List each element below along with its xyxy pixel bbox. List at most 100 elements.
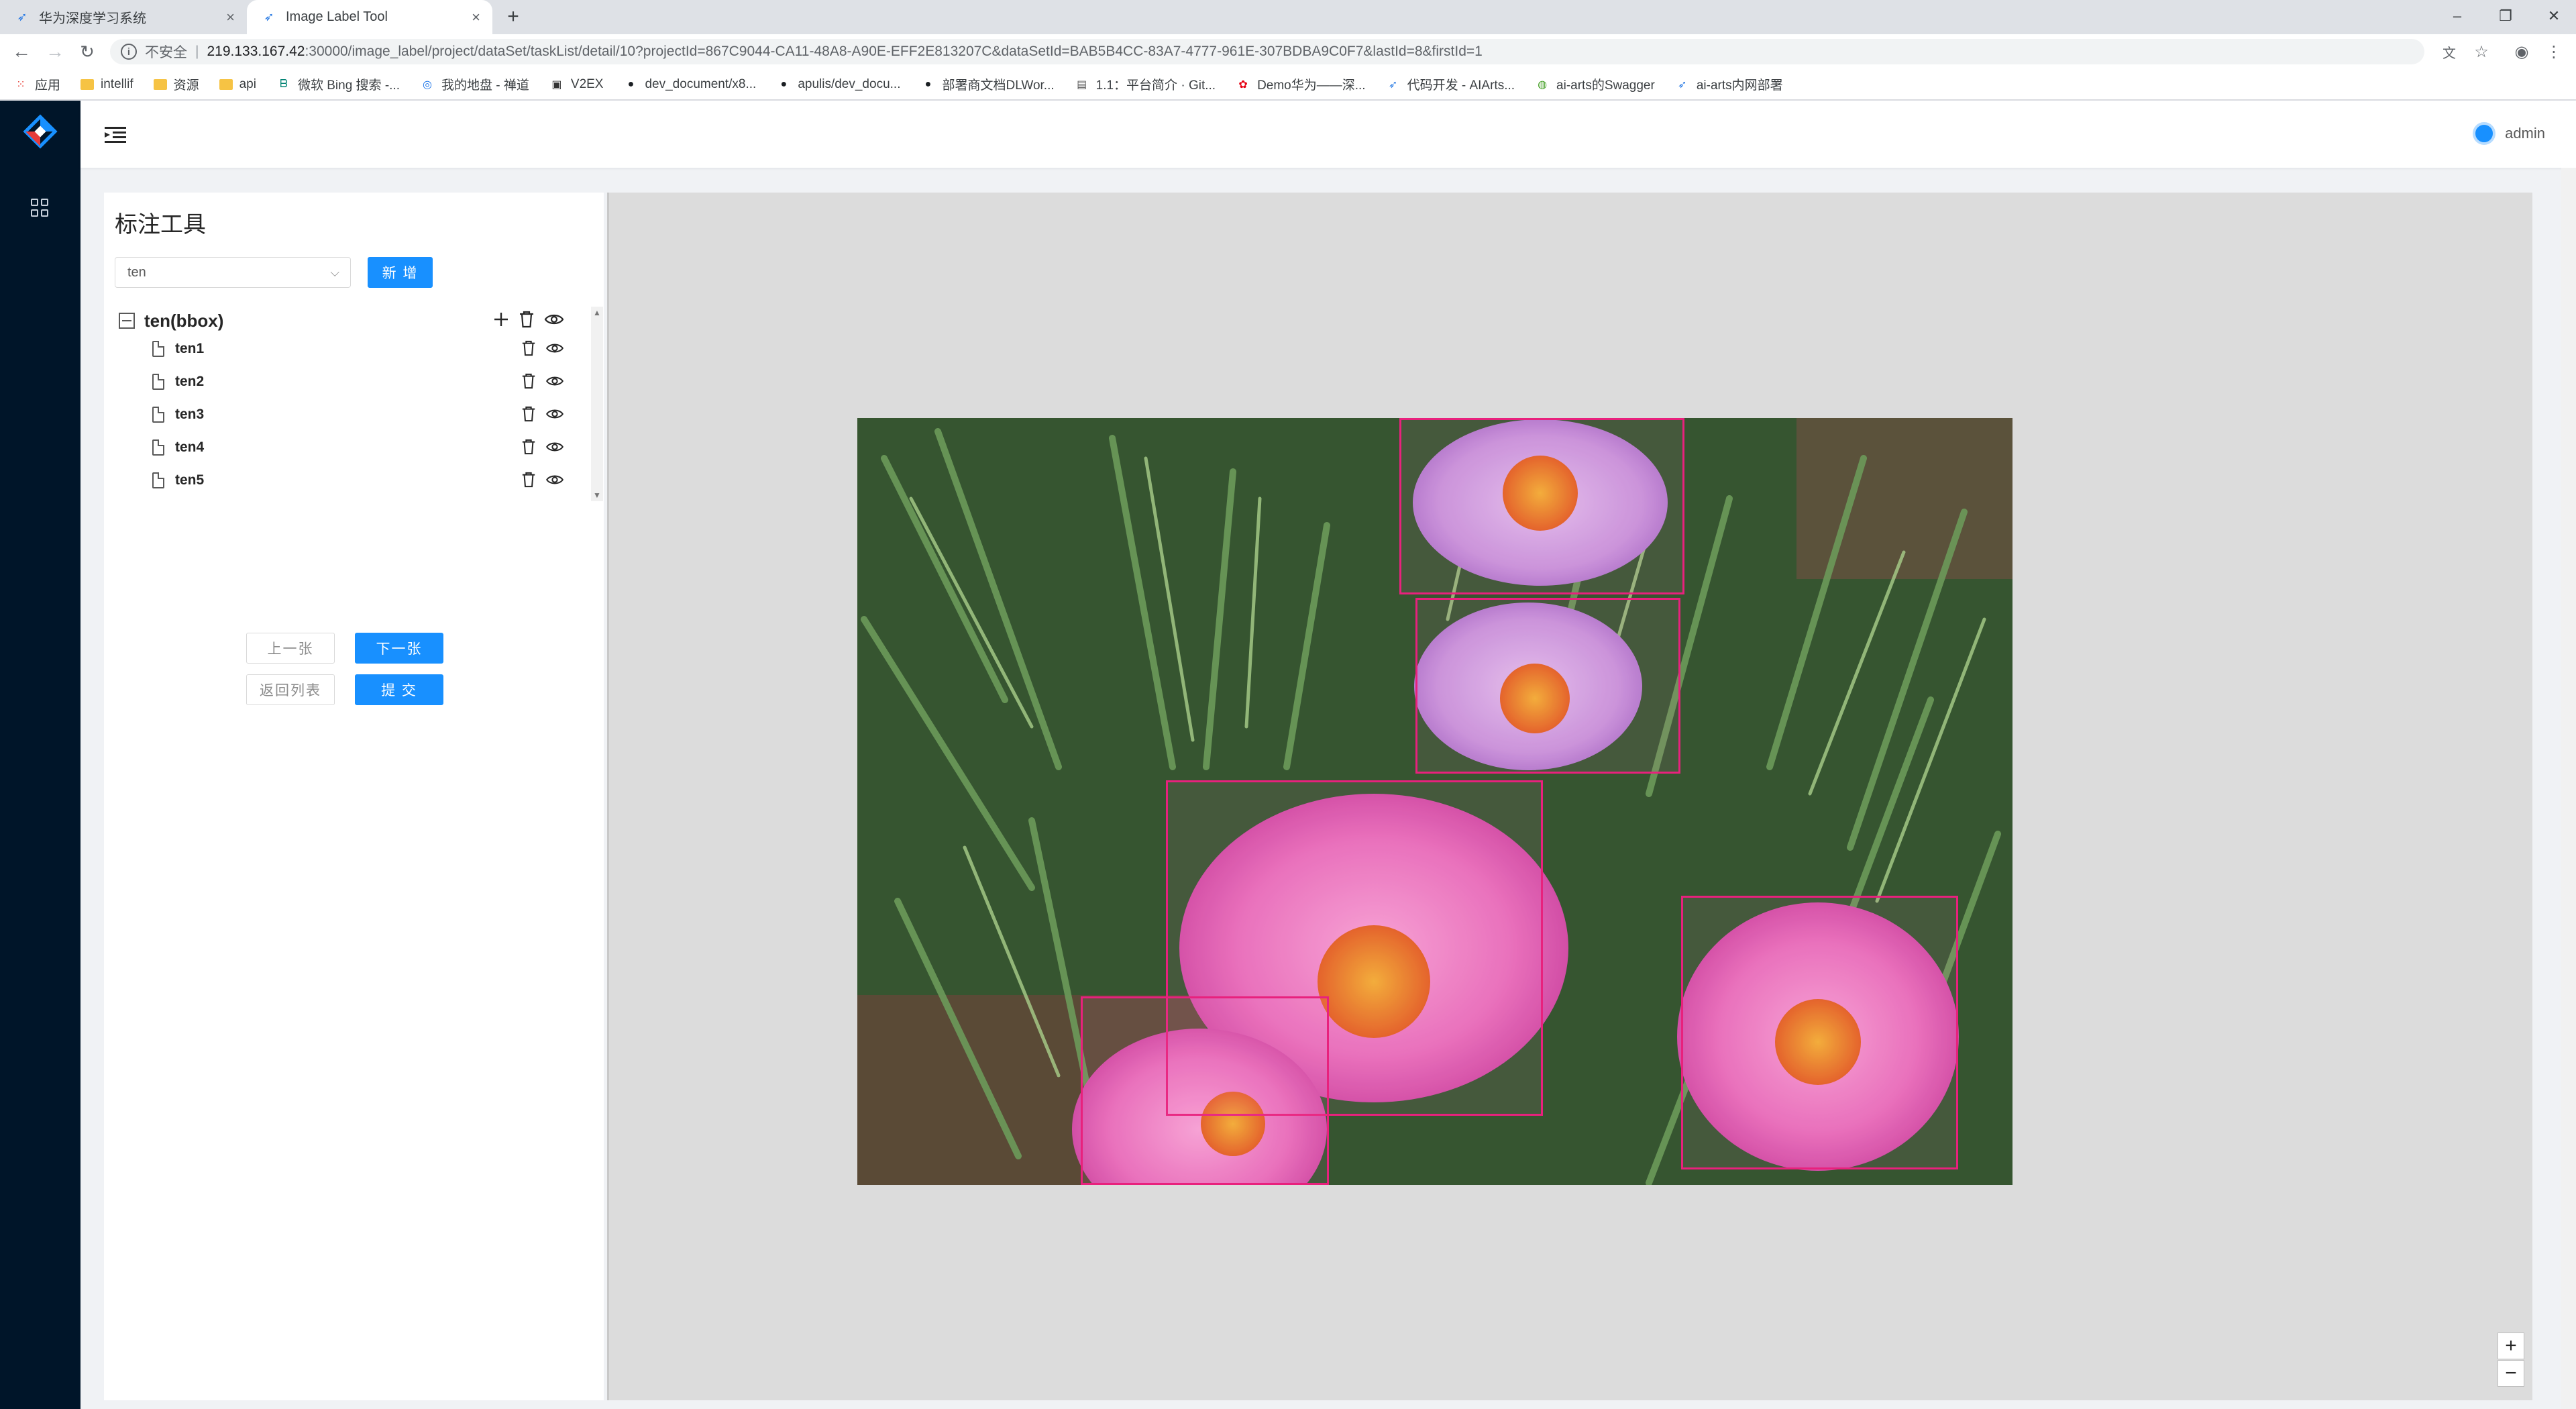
bookmark-item[interactable]: ▤ 1.1：平台简介 · Git... xyxy=(1075,75,1216,93)
tree-leaf-node[interactable]: ten1 xyxy=(152,335,564,363)
annotation-panel: 标注工具 ten ⌵ 新 增 ten(bbox) ten1 ten2 ten3 ten… xyxy=(104,193,604,1400)
next-image-button[interactable]: 下一张 xyxy=(355,633,443,664)
bookmark-item[interactable]: ✿ Demo华为——深... xyxy=(1236,75,1366,93)
minimize-window-icon[interactable]: – xyxy=(2442,3,2473,30)
bookmark-label: 代码开发 - AIArts... xyxy=(1407,79,1515,93)
bookmark-item[interactable]: ● apulis/dev_docu... xyxy=(776,77,900,92)
tree-leaf-node[interactable]: ten5 xyxy=(152,466,564,494)
bookmark-label: api xyxy=(239,76,256,91)
bookmark-item[interactable]: ⁙ 应用 xyxy=(13,75,60,93)
close-tab-icon[interactable]: × xyxy=(472,9,480,26)
page-title: 标注工具 xyxy=(115,212,206,238)
delete-icon[interactable] xyxy=(521,472,536,491)
add-label-button[interactable]: 新 增 xyxy=(368,257,433,288)
close-window-icon[interactable]: ✕ xyxy=(2538,3,2569,30)
reload-icon[interactable]: ↻ xyxy=(75,40,99,64)
bookmark-item[interactable]: api xyxy=(219,77,256,92)
eye-icon[interactable] xyxy=(544,312,564,327)
bookmark-label: Demo华为——深... xyxy=(1257,79,1366,93)
scroll-up-icon[interactable]: ▲ xyxy=(593,308,601,317)
bookmark-item[interactable]: ᗷ 微软 Bing 搜索 -... xyxy=(276,75,400,93)
tree-root-node[interactable]: ten(bbox) xyxy=(115,307,564,335)
tree-root-label: ten(bbox) xyxy=(144,310,224,331)
bookmark-item[interactable]: ● 部署商文档DLWor... xyxy=(920,75,1055,93)
bbox-annotation-1[interactable] xyxy=(1399,418,1684,594)
back-arrow-icon[interactable]: ← xyxy=(9,40,34,64)
bookmark-label: ai-arts的Swagger xyxy=(1556,79,1655,93)
delete-icon[interactable] xyxy=(521,340,536,360)
tree-scrollbar[interactable]: ▲ ▼ xyxy=(591,307,603,501)
bookmark-label: V2EX xyxy=(570,76,604,91)
back-to-list-button[interactable]: 返回列表 xyxy=(246,674,335,705)
zoom-in-button[interactable]: + xyxy=(2498,1333,2524,1359)
forward-arrow-icon[interactable]: → xyxy=(43,40,67,64)
info-icon[interactable]: i xyxy=(121,44,137,60)
delete-icon[interactable] xyxy=(521,439,536,458)
dashboard-grid-icon[interactable] xyxy=(31,199,50,217)
tree-leaf-label: ten5 xyxy=(175,472,205,488)
url-path: :30000/image_label/project/dataSet/taskL… xyxy=(305,44,1483,59)
zoom-out-button[interactable]: − xyxy=(2498,1360,2524,1387)
annotation-canvas[interactable]: + − xyxy=(607,193,2532,1400)
app-logo-icon[interactable] xyxy=(23,114,58,149)
tree-leaf-label: ten3 xyxy=(175,407,205,422)
prev-image-button[interactable]: 上一张 xyxy=(246,633,335,664)
url-separator: | xyxy=(195,44,199,59)
browser-tab-1[interactable]: ➶ 华为深度学习系统 × xyxy=(0,0,247,34)
username: admin xyxy=(2505,125,2545,142)
bbox-annotation-4[interactable] xyxy=(1081,996,1329,1185)
bookmark-label: apulis/dev_docu... xyxy=(798,76,901,91)
bookmark-item[interactable]: ● dev_document/x8... xyxy=(623,77,757,92)
user-menu[interactable]: admin xyxy=(2473,122,2545,145)
bookmark-item[interactable]: ➶ 代码开发 - AIArts... xyxy=(1386,75,1515,93)
translate-icon[interactable]: 文 xyxy=(2439,42,2459,62)
file-icon xyxy=(152,439,164,456)
tree-leaf-node[interactable]: ten4 xyxy=(152,433,564,462)
folder-icon xyxy=(219,79,233,90)
address-bar[interactable]: i 不安全 | 219.133.167.42 :30000/image_labe… xyxy=(110,39,2424,64)
scroll-down-icon[interactable]: ▼ xyxy=(593,490,601,500)
tree-leaf-node[interactable]: ten3 xyxy=(152,401,564,429)
eye-icon[interactable] xyxy=(545,473,564,490)
star-bookmark-icon[interactable]: ☆ xyxy=(2471,42,2491,62)
close-tab-icon[interactable]: × xyxy=(226,9,235,26)
zentao-icon: ◎ xyxy=(423,79,432,91)
eye-icon[interactable] xyxy=(545,342,564,358)
annotated-image[interactable] xyxy=(857,418,2012,1185)
bookmark-item[interactable]: ▣ V2EX xyxy=(549,76,604,92)
eye-icon[interactable] xyxy=(545,407,564,424)
github-icon: ● xyxy=(627,78,635,90)
bookmark-item[interactable]: 资源 xyxy=(153,75,199,93)
new-tab-button[interactable]: + xyxy=(502,5,525,28)
bbox-annotation-5[interactable] xyxy=(1681,896,1958,1169)
profile-icon[interactable]: ◉ xyxy=(2512,42,2532,62)
bookmarks-bar: ⁙ 应用 intellif 资源 api ᗷ 微软 Bing 搜索 -... ◎ 我的地盘 - … xyxy=(0,69,2576,100)
book-icon: ▤ xyxy=(1077,79,1087,91)
delete-icon[interactable] xyxy=(519,311,535,328)
eye-icon[interactable] xyxy=(545,440,564,457)
submit-button[interactable]: 提 交 xyxy=(355,674,443,705)
url-host: 219.133.167.42 xyxy=(207,44,305,59)
add-icon[interactable] xyxy=(493,311,509,327)
menu-kebab-icon[interactable]: ⋮ xyxy=(2544,42,2564,62)
menu-fold-icon[interactable] xyxy=(105,126,126,144)
tree-leaf-node[interactable]: ten2 xyxy=(152,368,564,396)
browser-tab-2-active[interactable]: ➶ Image Label Tool × xyxy=(247,0,492,34)
sidebar xyxy=(0,101,80,1409)
bookmark-item[interactable]: ◎ 我的地盘 - 禅道 xyxy=(420,75,529,93)
bookmark-label: intellif xyxy=(101,76,133,91)
restore-window-icon[interactable]: ❐ xyxy=(2490,3,2521,30)
bookmark-item[interactable]: intellif xyxy=(80,77,133,92)
folder-icon xyxy=(80,79,95,90)
bbox-annotation-2[interactable] xyxy=(1415,598,1680,774)
eye-icon[interactable] xyxy=(545,374,564,391)
label-select[interactable]: ten ⌵ xyxy=(115,257,351,288)
collapse-icon[interactable] xyxy=(119,313,135,329)
delete-icon[interactable] xyxy=(521,373,536,393)
bookmark-item[interactable]: ➶ ai-arts内网部署 xyxy=(1675,75,1783,93)
bookmark-item[interactable]: ◍ ai-arts的Swagger xyxy=(1535,75,1655,93)
page-scrollbar[interactable] xyxy=(2561,168,2576,1409)
file-icon xyxy=(152,407,164,423)
aiarts-favicon-icon: ➶ xyxy=(17,10,28,23)
delete-icon[interactable] xyxy=(521,406,536,425)
